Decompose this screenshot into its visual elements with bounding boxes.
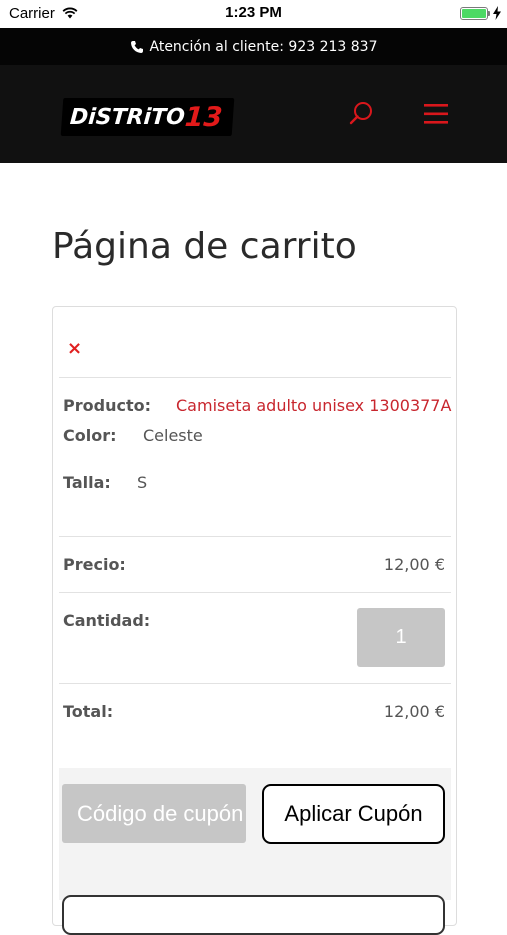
divider <box>59 592 451 593</box>
battery-level <box>462 9 486 18</box>
price-label: Precio: <box>63 555 126 574</box>
charging-bolt-icon <box>493 6 501 25</box>
customer-service-bar: Atención al cliente: 923 213 837 <box>0 28 507 65</box>
size-label: Talla: <box>63 473 111 492</box>
total-label: Total: <box>63 702 114 721</box>
remove-item-button[interactable]: × <box>67 340 82 358</box>
logo[interactable]: DiSTRiTO 13 <box>60 98 235 136</box>
color-label: Color: <box>63 426 117 445</box>
size-value: S <box>137 473 148 492</box>
divider <box>59 683 451 684</box>
phone-icon <box>130 40 144 54</box>
battery-icon <box>460 7 488 20</box>
divider <box>59 536 451 537</box>
coupon-code-input[interactable] <box>62 784 246 843</box>
status-bar: Carrier 1:23 PM <box>0 0 507 28</box>
divider <box>59 377 451 378</box>
update-cart-button[interactable] <box>62 895 445 935</box>
page-title: Página de carrito <box>52 226 357 267</box>
price-value: 12,00 € <box>383 555 445 574</box>
status-time: 1:23 PM <box>225 4 282 21</box>
customer-service-text: Atención al cliente: 923 213 837 <box>149 38 378 55</box>
color-value: Celeste <box>143 426 203 445</box>
battery-cap <box>488 11 490 16</box>
quantity-label: Cantidad: <box>63 611 151 630</box>
logo-text: DiSTRiTO <box>69 104 186 130</box>
logo-number: 13 <box>183 101 224 133</box>
search-icon[interactable] <box>348 100 376 128</box>
total-value: 12,00 € <box>383 702 445 721</box>
quantity-input[interactable] <box>357 608 445 667</box>
product-label: Producto: <box>63 396 151 415</box>
product-name-link[interactable]: Camiseta adulto unisex 1300377A <box>176 396 451 415</box>
hamburger-menu-icon[interactable] <box>422 101 450 127</box>
apply-coupon-button[interactable]: Aplicar Cupón <box>262 784 445 844</box>
